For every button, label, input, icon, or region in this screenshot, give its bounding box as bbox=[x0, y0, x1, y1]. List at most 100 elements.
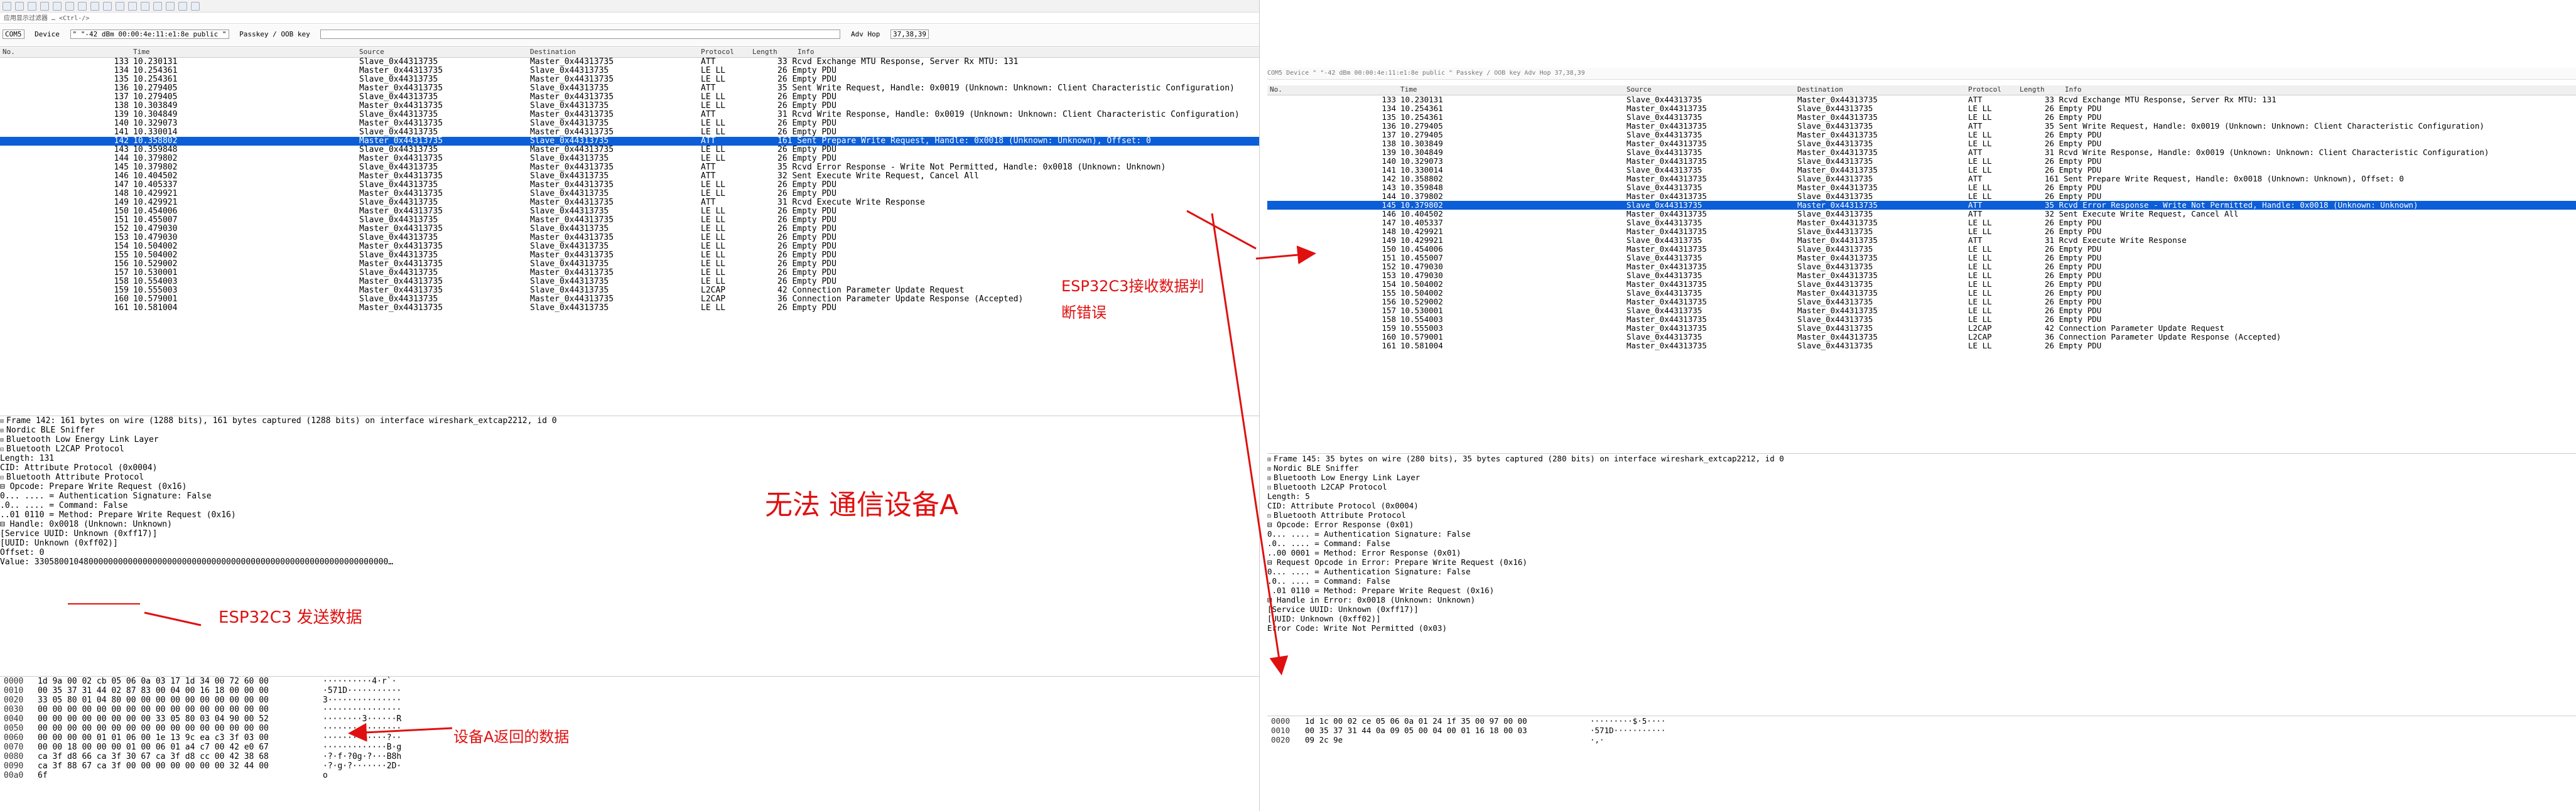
detail-line[interactable]: ⊞ Nordic BLE Sniffer bbox=[1267, 463, 2576, 473]
packet-row[interactable]: 140 10.329073 Master_0x44313735 Slave_0x44… bbox=[0, 119, 1259, 128]
detail-line[interactable]: ⊟ Bluetooth L2CAP Protocol bbox=[1267, 482, 2576, 491]
column-header-destination[interactable]: Destination bbox=[530, 48, 700, 56]
packet-row[interactable]: 136 10.279405 Master_0x44313735 Slave_0x44… bbox=[1267, 122, 2576, 131]
detail-line[interactable]: ⊟ Bluetooth Attribute Protocol bbox=[1267, 510, 2576, 520]
packet-row[interactable]: 143 10.359848 Slave_0x44313735 Master_0x44… bbox=[1267, 183, 2576, 192]
packet-row[interactable]: 160 10.579001 Slave_0x44313735 Master_0x44… bbox=[1267, 333, 2576, 341]
packet-row[interactable]: 134 10.254361 Master_0x44313735 Slave_0x44… bbox=[1267, 104, 2576, 113]
detail-line[interactable]: .0.. .... = Command: False bbox=[1267, 576, 2576, 586]
detail-line[interactable]: ..01 0110 = Method: Prepare Write Reques… bbox=[0, 510, 1259, 520]
adv-hop-input[interactable]: 37,38,39 bbox=[890, 30, 929, 39]
goto-icon[interactable] bbox=[90, 1, 99, 11]
hex-line[interactable]: 0070 00 00 18 00 00 00 01 00 06 01 a4 c7 … bbox=[0, 743, 1259, 752]
display-filter-input[interactable]: 应用显示过滤器 … <Ctrl-/> bbox=[4, 15, 89, 22]
column-header-source[interactable]: Source bbox=[1626, 85, 1796, 94]
column-header-no[interactable]: No. bbox=[1270, 85, 1399, 94]
packet-row[interactable]: 151 10.455007 Slave_0x44313735 Master_0x44… bbox=[1267, 254, 2576, 262]
detail-line[interactable]: 0... .... = Authentication Signature: Fa… bbox=[1267, 567, 2576, 576]
packet-row[interactable]: 151 10.455007 Slave_0x44313735 Master_0x44… bbox=[0, 216, 1259, 225]
packet-details[interactable]: ⊞ Frame 145: 35 bytes on wire (280 bits)… bbox=[1267, 453, 2576, 633]
hex-line[interactable]: 00a0 6f o bbox=[0, 771, 1259, 780]
packet-row[interactable]: 150 10.454006 Master_0x44313735 Slave_0x44… bbox=[1267, 245, 2576, 254]
packet-row[interactable]: 135 10.254361 Slave_0x44313735 Master_0x44… bbox=[0, 75, 1259, 84]
packet-list[interactable]: No. Time Source Destination Protocol Length In… bbox=[0, 48, 1259, 313]
close-icon[interactable] bbox=[28, 1, 36, 11]
hex-line[interactable]: 0020 09 2c 9e ·,· bbox=[1267, 735, 2576, 744]
save-icon[interactable] bbox=[15, 1, 24, 11]
packet-row[interactable]: 156 10.529002 Master_0x44313735 Slave_0x44… bbox=[0, 260, 1259, 269]
packet-row[interactable]: 146 10.404502 Master_0x44313735 Slave_0x44… bbox=[0, 172, 1259, 181]
colorize-icon[interactable] bbox=[141, 1, 149, 11]
hex-line[interactable]: 0050 00 00 00 00 00 00 00 00 00 00 00 00 … bbox=[0, 724, 1259, 733]
device-select[interactable]: " "-42 dBm 00:00:4e:11:e1:8e public " bbox=[70, 30, 229, 39]
packet-row[interactable]: 152 10.479030 Master_0x44313735 Slave_0x44… bbox=[1267, 262, 2576, 271]
detail-line[interactable]: .0.. .... = Command: False bbox=[1267, 539, 2576, 548]
packet-row[interactable]: 156 10.529002 Master_0x44313735 Slave_0x44… bbox=[1267, 298, 2576, 306]
hex-line[interactable]: 0010 00 35 37 31 44 0a 09 05 00 04 00 01 … bbox=[1267, 726, 2576, 735]
packet-row[interactable]: 138 10.303849 Master_0x44313735 Slave_0x44… bbox=[1267, 139, 2576, 148]
detail-line[interactable]: 0... .... = Authentication Signature: Fa… bbox=[0, 491, 1259, 501]
packet-row[interactable]: 149 10.429921 Slave_0x44313735 Master_0x44… bbox=[0, 198, 1259, 207]
detail-line[interactable]: Error Code: Write Not Permitted (0x03) bbox=[1267, 623, 2576, 633]
hex-line[interactable]: 0010 00 35 37 31 44 02 87 83 00 04 00 16 … bbox=[0, 686, 1259, 696]
packet-row[interactable]: 147 10.405337 Slave_0x44313735 Master_0x44… bbox=[1267, 218, 2576, 227]
packet-row[interactable]: 142 10.358802 Master_0x44313735 Slave_0x44… bbox=[1267, 175, 2576, 183]
detail-line[interactable]: [UUID: Unknown (0xff02)] bbox=[0, 539, 1259, 548]
packet-row[interactable]: 134 10.254361 Master_0x44313735 Slave_0x44… bbox=[0, 67, 1259, 75]
packet-row[interactable]: 146 10.404502 Master_0x44313735 Slave_0x44… bbox=[1267, 210, 2576, 218]
detail-line[interactable]: ..01 0110 = Method: Prepare Write Reques… bbox=[1267, 586, 2576, 595]
detail-line[interactable]: [UUID: Unknown (0xff02)] bbox=[1267, 614, 2576, 623]
display-filter-bar[interactable]: 应用显示过滤器 … <Ctrl-/> bbox=[0, 13, 1259, 24]
column-header-protocol[interactable]: Protocol bbox=[1968, 85, 2018, 94]
packet-row[interactable]: 142 10.358802 Master_0x44313735 Slave_0x44… bbox=[0, 137, 1259, 146]
detail-line[interactable]: [Service UUID: Unknown (0xff17)] bbox=[0, 529, 1259, 539]
packet-row[interactable]: 135 10.254361 Slave_0x44313735 Master_0x44… bbox=[1267, 113, 2576, 122]
detail-line[interactable]: ⊞ Bluetooth Low Energy Link Layer bbox=[1267, 473, 2576, 482]
packet-row[interactable]: 152 10.479030 Master_0x44313735 Slave_0x44… bbox=[0, 225, 1259, 234]
resize-icon[interactable] bbox=[191, 1, 200, 11]
expand-icon[interactable]: ⊞ bbox=[0, 417, 6, 426]
detail-line[interactable]: ⊟ Handle: 0x0018 (Unknown: Unknown) bbox=[0, 520, 1259, 529]
detail-line[interactable]: ⊟ Bluetooth Attribute Protocol bbox=[0, 473, 1259, 482]
packet-row[interactable]: 157 10.530001 Slave_0x44313735 Master_0x44… bbox=[1267, 306, 2576, 315]
detail-line[interactable]: [Service UUID: Unknown (0xff17)] bbox=[1267, 604, 2576, 614]
packet-row[interactable]: 155 10.504002 Slave_0x44313735 Master_0x44… bbox=[1267, 289, 2576, 298]
packet-row[interactable]: 141 10.330014 Slave_0x44313735 Master_0x44… bbox=[0, 128, 1259, 137]
hex-line[interactable]: 0000 1d 1c 00 02 ce 05 06 0a 01 24 1f 35 … bbox=[1267, 716, 2576, 726]
forward-icon[interactable] bbox=[78, 1, 87, 11]
back-icon[interactable] bbox=[65, 1, 74, 11]
column-header-length[interactable]: Length bbox=[2020, 85, 2064, 94]
detail-line[interactable]: ⊟ Opcode: Error Response (0x01) bbox=[1267, 520, 2576, 529]
packet-row[interactable]: 149 10.429921 Slave_0x44313735 Master_0x44… bbox=[1267, 236, 2576, 245]
detail-line[interactable]: ⊞ Bluetooth Low Energy Link Layer bbox=[0, 435, 1259, 444]
hex-line[interactable]: 0090 ca 3f 88 67 ca 3f 00 00 00 00 00 00 … bbox=[0, 761, 1259, 771]
packet-row[interactable]: 148 10.429921 Master_0x44313735 Slave_0x44… bbox=[0, 190, 1259, 198]
detail-line[interactable]: ⊞ Nordic BLE Sniffer bbox=[0, 426, 1259, 435]
hex-line[interactable]: 0060 00 00 00 00 01 01 06 00 1e 13 9c ea … bbox=[0, 733, 1259, 743]
detail-line[interactable]: ⊞ Frame 145: 35 bytes on wire (280 bits)… bbox=[1267, 454, 2576, 463]
packet-row[interactable]: 153 10.479030 Slave_0x44313735 Master_0x44… bbox=[0, 234, 1259, 242]
find-icon[interactable] bbox=[53, 1, 62, 11]
detail-line[interactable]: Value: 330580010480000000000000000000000… bbox=[0, 557, 1259, 567]
interface-select[interactable]: COM5 bbox=[3, 30, 24, 39]
expand-icon[interactable]: ⊟ bbox=[0, 445, 6, 454]
packet-row[interactable]: 155 10.504002 Slave_0x44313735 Master_0x44… bbox=[0, 251, 1259, 260]
packet-row[interactable]: 138 10.303849 Master_0x44313735 Slave_0x44… bbox=[0, 102, 1259, 110]
last-icon[interactable] bbox=[116, 1, 124, 11]
packet-row[interactable]: 141 10.330014 Slave_0x44313735 Master_0x44… bbox=[1267, 166, 2576, 175]
column-header-no[interactable]: No. bbox=[3, 48, 131, 56]
detail-line[interactable]: ..00 0001 = Method: Error Response (0x01… bbox=[1267, 548, 2576, 557]
column-header-destination[interactable]: Destination bbox=[1797, 85, 1967, 94]
packet-row[interactable]: 161 10.581004 Master_0x44313735 Slave_0x44… bbox=[1267, 341, 2576, 350]
packet-row[interactable]: 139 10.304849 Slave_0x44313735 Master_0x44… bbox=[0, 110, 1259, 119]
detail-line[interactable]: ⊟ Request Opcode in Error: Prepare Write… bbox=[1267, 557, 2576, 567]
packet-row[interactable]: 144 10.379802 Master_0x44313735 Slave_0x44… bbox=[0, 154, 1259, 163]
first-icon[interactable] bbox=[103, 1, 112, 11]
packet-list[interactable]: No. Time Source Destination Protocol Length In… bbox=[1267, 85, 2576, 350]
packet-row[interactable]: 154 10.504002 Master_0x44313735 Slave_0x44… bbox=[1267, 280, 2576, 289]
packet-row[interactable]: 133 10.230131 Slave_0x44313735 Master_0x44… bbox=[1267, 95, 2576, 104]
column-header-length[interactable]: Length bbox=[752, 48, 796, 56]
packet-row[interactable]: 144 10.379802 Master_0x44313735 Slave_0x44… bbox=[1267, 192, 2576, 201]
column-header-info[interactable]: Info bbox=[2065, 85, 2576, 94]
detail-line[interactable]: Length: 131 bbox=[0, 454, 1259, 463]
